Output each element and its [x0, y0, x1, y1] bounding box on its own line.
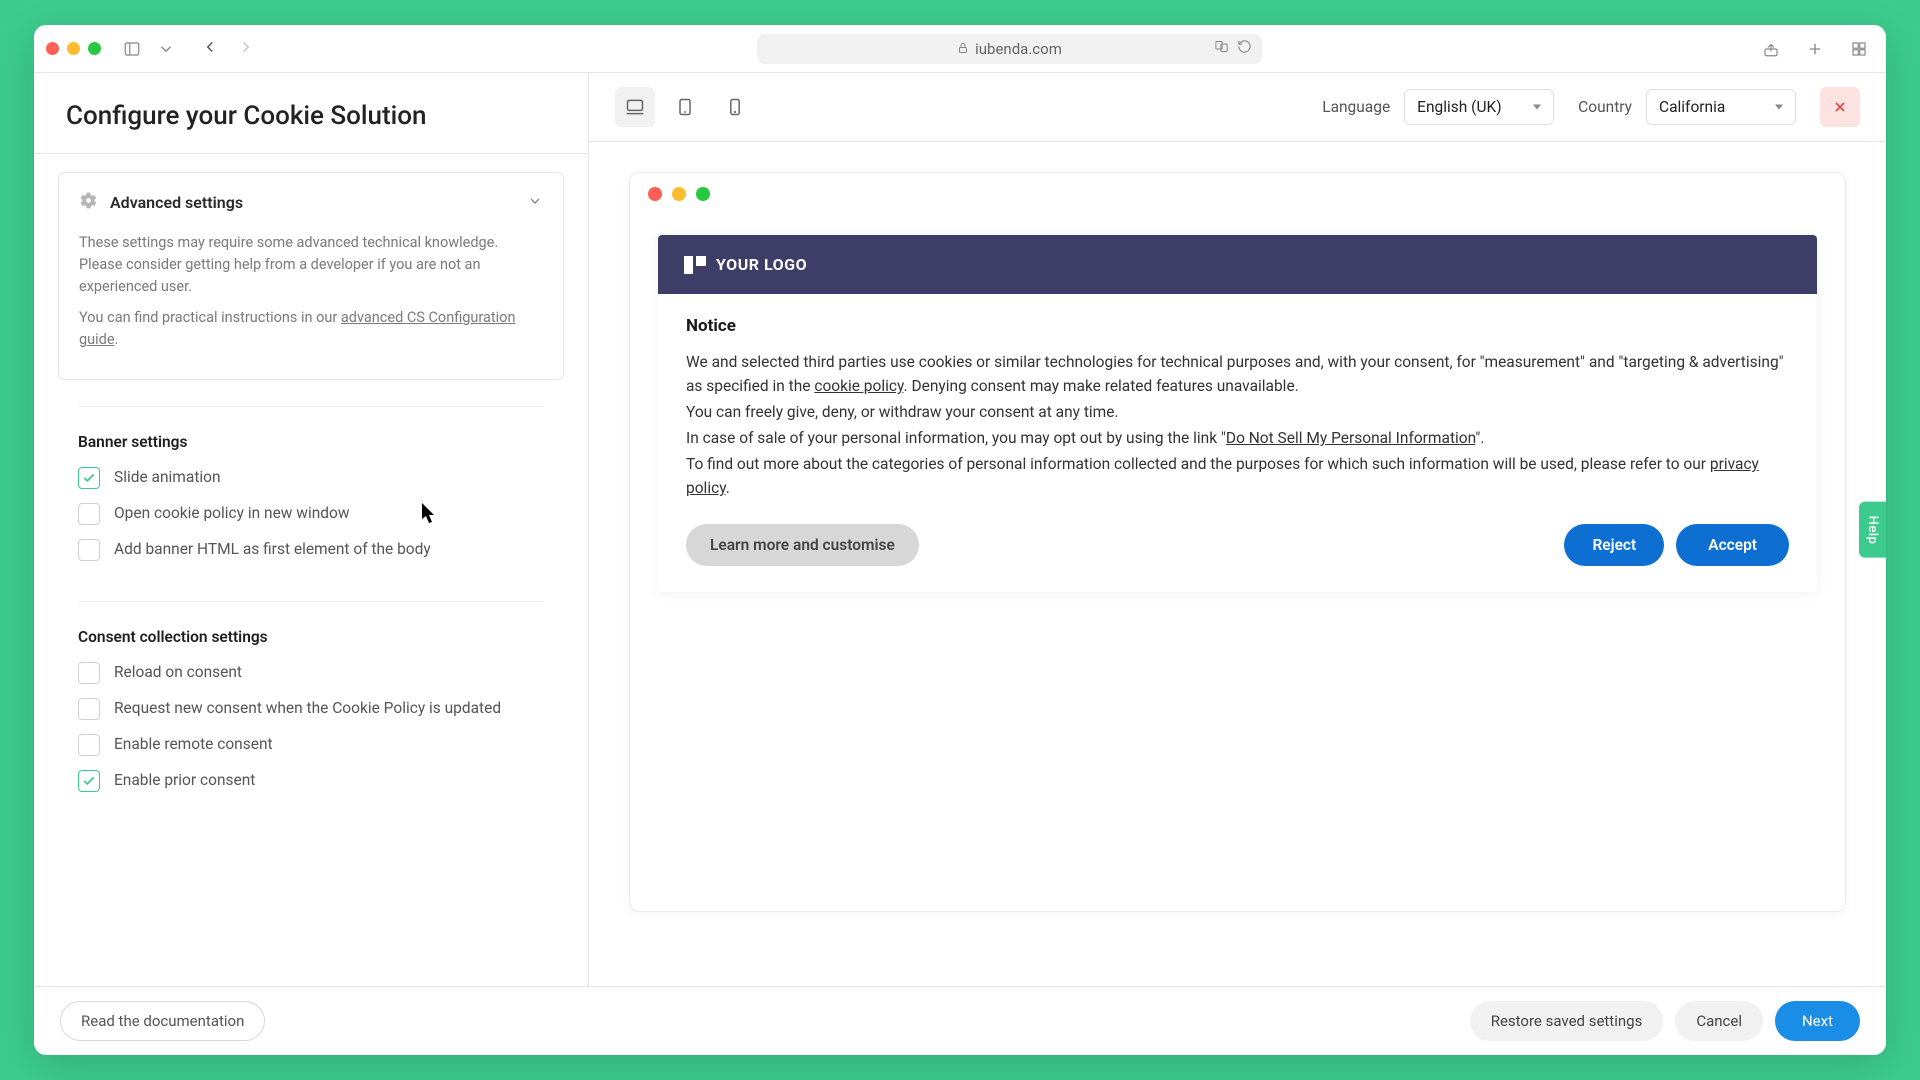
checkbox-row[interactable]: Slide animation — [78, 467, 544, 489]
checkbox[interactable] — [78, 770, 100, 792]
next-button[interactable]: Next — [1775, 1001, 1860, 1041]
checkbox-label: Open cookie policy in new window — [114, 503, 350, 525]
logo-icon — [684, 256, 706, 274]
checkbox[interactable] — [78, 467, 100, 489]
preview-minimize-dot — [672, 187, 686, 201]
accept-button[interactable]: Accept — [1676, 524, 1789, 566]
restore-settings-button[interactable]: Restore saved settings — [1470, 1001, 1664, 1041]
close-button[interactable] — [1820, 87, 1860, 127]
footer-bar: Read the documentation Restore saved set… — [34, 986, 1886, 1055]
window-minimize-dot[interactable] — [67, 42, 80, 55]
language-select[interactable]: English (UK) — [1404, 89, 1554, 125]
country-select[interactable]: California — [1646, 89, 1796, 125]
window-maximize-dot[interactable] — [88, 42, 101, 55]
notice-paragraph-1: We and selected third parties use cookie… — [686, 350, 1789, 398]
cookie-notice-card: YOUR LOGO Notice We and selected third p… — [658, 235, 1817, 592]
consent-settings-section: Consent collection settings Reload on co… — [78, 628, 544, 806]
preview-window: YOUR LOGO Notice We and selected third p… — [629, 172, 1846, 912]
checkbox-label: Request new consent when the Cookie Poli… — [114, 698, 501, 720]
consent-settings-heading: Consent collection settings — [78, 628, 544, 646]
checkbox[interactable] — [78, 503, 100, 525]
chevron-down-icon — [527, 193, 543, 213]
optout-link[interactable]: Do Not Sell My Personal Information — [1226, 429, 1476, 447]
tablet-preview-button[interactable] — [665, 87, 705, 127]
advanced-settings-toggle[interactable]: Advanced settings — [79, 191, 543, 214]
checkbox-label: Add banner HTML as first element of the … — [114, 539, 431, 561]
checkbox[interactable] — [78, 662, 100, 684]
notice-paragraph-3: In case of sale of your personal informa… — [686, 426, 1789, 450]
url-text: iubenda.com — [975, 40, 1062, 58]
advanced-settings-card: Advanced settings These settings may req… — [58, 172, 564, 380]
checkbox-row[interactable]: Add banner HTML as first element of the … — [78, 539, 544, 561]
checkbox-row[interactable]: Open cookie policy in new window — [78, 503, 544, 525]
reject-button[interactable]: Reject — [1564, 524, 1664, 566]
mobile-preview-button[interactable] — [715, 87, 755, 127]
new-tab-button[interactable] — [1800, 36, 1830, 62]
checkbox-row[interactable]: Reload on consent — [78, 662, 544, 684]
checkbox-label: Reload on consent — [114, 662, 242, 684]
desktop-preview-button[interactable] — [615, 87, 655, 127]
logo-bar: YOUR LOGO — [658, 235, 1817, 294]
help-tab[interactable]: Help — [1859, 501, 1886, 558]
cancel-button[interactable]: Cancel — [1675, 1001, 1763, 1041]
advanced-settings-label: Advanced settings — [110, 193, 515, 212]
checkbox-label: Enable prior consent — [114, 770, 255, 792]
checkbox-label: Slide animation — [114, 467, 221, 489]
checkbox-row[interactable]: Enable remote consent — [78, 734, 544, 756]
advanced-description-1: These settings may require some advanced… — [79, 232, 543, 297]
checkbox-label: Enable remote consent — [114, 734, 273, 756]
logo-text: YOUR LOGO — [716, 255, 807, 274]
browser-chrome: iubenda.com — [34, 25, 1886, 73]
language-label: Language — [1322, 98, 1390, 116]
preview-close-dot — [648, 187, 662, 201]
cookie-policy-link[interactable]: cookie policy — [814, 377, 903, 395]
checkbox-row[interactable]: Enable prior consent — [78, 770, 544, 792]
page-title: Configure your Cookie Solution — [66, 101, 556, 131]
banner-settings-heading: Banner settings — [78, 433, 544, 451]
country-label: Country — [1578, 98, 1632, 116]
forward-button[interactable] — [229, 34, 263, 64]
advanced-description-2: You can find practical instructions in o… — [79, 307, 543, 351]
preview-maximize-dot — [696, 187, 710, 201]
banner-settings-section: Banner settings Slide animation Open cook… — [78, 433, 544, 575]
tabs-dropdown-button[interactable] — [151, 36, 181, 62]
back-button[interactable] — [193, 34, 227, 64]
reload-icon[interactable] — [1237, 39, 1252, 58]
checkbox-row[interactable]: Request new consent when the Cookie Poli… — [78, 698, 544, 720]
checkbox[interactable] — [78, 539, 100, 561]
notice-title: Notice — [686, 316, 1789, 336]
read-documentation-button[interactable]: Read the documentation — [60, 1001, 265, 1041]
learn-more-button[interactable]: Learn more and customise — [686, 524, 919, 566]
checkbox[interactable] — [78, 734, 100, 756]
sidebar-toggle-button[interactable] — [117, 36, 147, 62]
window-close-dot[interactable] — [46, 42, 59, 55]
notice-paragraph-2: You can freely give, deny, or withdraw y… — [686, 400, 1789, 424]
gear-icon — [79, 191, 98, 214]
notice-paragraph-4: To find out more about the categories of… — [686, 452, 1789, 500]
preview-toolbar: Language English (UK) Country California — [589, 73, 1886, 142]
address-bar[interactable]: iubenda.com — [757, 34, 1262, 64]
checkbox[interactable] — [78, 698, 100, 720]
tab-overview-button[interactable] — [1844, 36, 1874, 62]
settings-sidebar: Configure your Cookie Solution Advanced … — [34, 73, 589, 986]
lock-icon — [957, 40, 969, 58]
translate-icon[interactable] — [1214, 39, 1229, 58]
share-button[interactable] — [1756, 36, 1786, 62]
